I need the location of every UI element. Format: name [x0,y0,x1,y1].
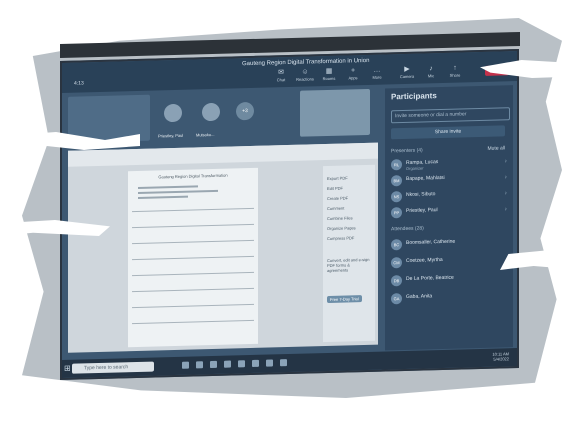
tool-pane-footer: Convert, edit and e-sign PDF forms & agr… [327,256,370,274]
document-page: Gauteng Region Digital Transformation [128,167,258,348]
share-invite-button[interactable]: Share invite [391,125,505,140]
avatar: CM [391,257,402,269]
participant-name: Nkosi, Sibuto [406,191,436,198]
apps-button[interactable]: + Apps [342,67,364,81]
avatar: GA [391,293,402,305]
tool-item[interactable]: Combine Files [327,215,353,221]
overflow-tile[interactable]: +3 [232,92,258,139]
meeting-title: Gauteng Region Digital Transformation in… [242,57,370,68]
document-heading: Gauteng Region Digital Transformation [158,172,228,180]
avatar [202,102,220,122]
tool-item[interactable]: Compress PDF [327,235,354,241]
overflow-count: +3 [236,101,254,121]
tool-item[interactable]: Comment [327,206,344,211]
participant-name: Priestley, Paul [406,207,438,214]
tool-item[interactable]: Export PDF [327,175,348,181]
avatar: RL [391,159,402,171]
video-tiles: Priestley, Paul Mutsoko... +3 [68,88,370,145]
word-icon[interactable] [252,359,259,367]
camera-button[interactable]: ▶ Camera [396,66,418,80]
chat-button[interactable]: ✉ Chat [270,69,292,83]
projector-photo: Gauteng Region Digital Transformation in… [0,0,584,421]
windows-start-icon[interactable]: ⊞ [64,364,71,373]
rooms-button[interactable]: ▦ Rooms [318,68,340,82]
meeting-timer: 4:13 [74,80,84,87]
participant-row[interactable]: BC Boomsaller, Catherine [391,235,509,252]
avatar: NS [391,191,402,203]
reactions-button[interactable]: ☺ Reactions [294,68,316,82]
participant-row[interactable]: GA Gaba, Anita [391,289,509,306]
projected-screen: Gauteng Region Digital Transformation in… [60,48,519,381]
participant-name: De La Porte, Beatrice [406,274,454,282]
avatar: DB [391,275,402,287]
tile-name: Priestley, Paul [158,132,184,139]
presenters-header[interactable]: Presenters (4) [391,148,423,155]
participant-role: Organizer [406,165,424,171]
taskbar-search-input[interactable]: Type here to search [72,361,154,374]
mute-all-button[interactable]: Mute all [487,145,505,151]
participants-panel: Participants Invite someone or dial a nu… [385,85,513,351]
tool-item[interactable]: Edit PDF [327,186,343,191]
explorer-icon[interactable] [210,360,217,369]
participant-name: Gaba, Anita [406,293,433,300]
mic-icon: ♪ [504,206,508,213]
trial-button[interactable]: Free 7-Day Trial [327,295,362,304]
taskview-icon[interactable] [182,361,189,369]
panel-title: Participants [391,91,437,102]
edge-icon[interactable] [196,361,203,369]
system-clock[interactable]: 10:11 AM 5/4/2022 [492,351,509,361]
acrobat-tools-pane: Export PDF Edit PDF Create PDF Comment C… [323,164,375,343]
teams-icon[interactable] [238,360,245,368]
video-tile-participant[interactable]: Priestley, Paul [156,94,190,141]
mic-button[interactable]: ♪ Mic [420,65,442,79]
outlook-icon[interactable] [224,360,231,368]
share-button[interactable]: ↑ Share [444,64,466,78]
text-line [138,195,188,199]
clock-date: 5/4/2022 [493,356,509,362]
tool-item[interactable]: Create PDF [327,195,348,201]
participant-name: Boomsaller, Catherine [406,238,456,246]
acrobat-icon[interactable] [266,359,273,367]
invite-search-input[interactable]: Invite someone or dial a number [391,107,510,124]
participant-row[interactable]: CM Coetzee, Myrtha [391,253,509,270]
table-row [132,319,254,339]
avatar: PP [391,207,402,219]
participant-row[interactable]: RL Rampa, Lucas Organizer ♪ [391,155,509,172]
video-tile-participant[interactable]: Mutsoko... [194,93,228,140]
participant-row[interactable]: DB De La Porte, Beatrice [391,271,509,288]
tile-name: Mutsoko... [196,131,215,138]
participant-row[interactable]: NS Nkosi, Sibuto ♪ [391,187,509,204]
mic-icon: ♪ [504,190,508,197]
chrome-icon[interactable] [280,359,287,367]
avatar: BC [391,239,402,251]
participant-row[interactable]: PP Priestley, Paul ♪ [391,203,509,220]
shared-document: Gauteng Region Digital Transformation Ex… [68,142,378,353]
participant-name: Bapape, Mahlatsi [406,174,445,182]
participant-row[interactable]: BM Bapape, Mahlatsi ♪ [391,171,509,188]
video-tile-room[interactable] [300,88,370,137]
avatar [164,103,182,123]
avatar: BM [391,175,402,187]
mic-icon: ♪ [504,174,508,181]
more-button[interactable]: … More [366,66,388,80]
participant-name: Coetzee, Myrtha [406,256,443,264]
text-line [138,185,198,189]
mic-icon: ♪ [504,158,508,165]
tool-item[interactable]: Organize Pages [327,225,356,231]
attendees-header[interactable]: Attendees (28) [391,225,424,232]
text-line [138,189,218,194]
